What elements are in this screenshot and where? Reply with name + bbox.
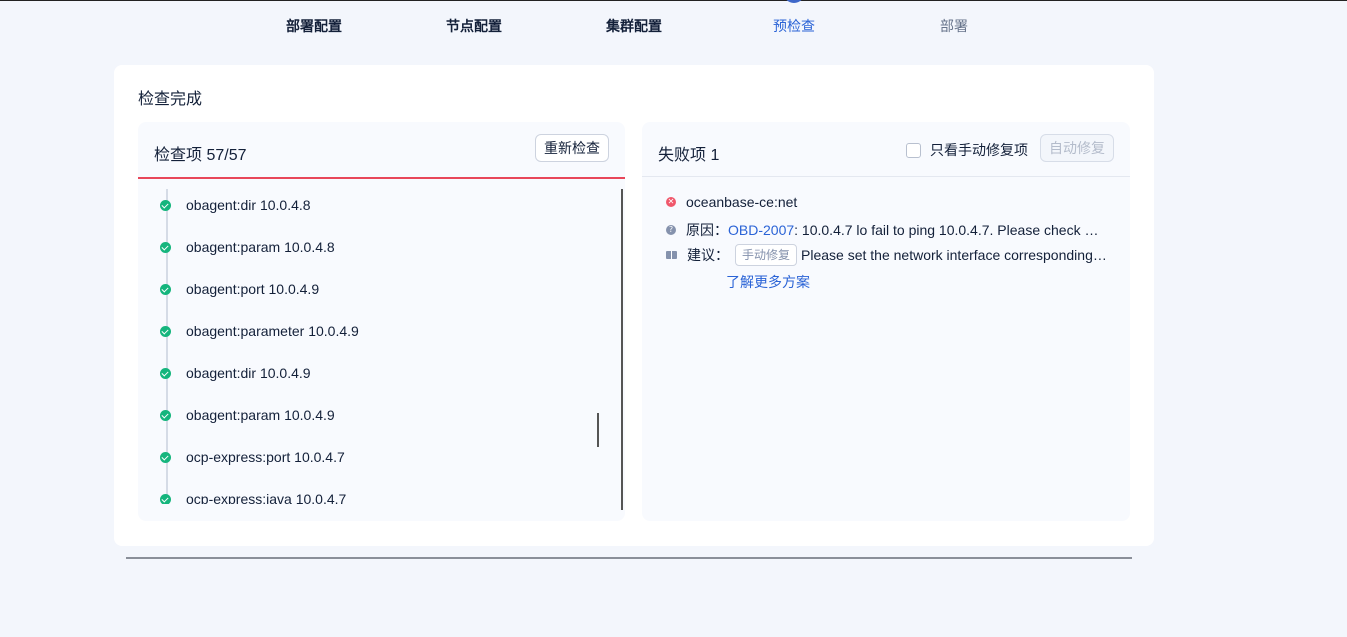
only-manual-label[interactable]: 只看手动修复项 — [930, 140, 1028, 160]
top-divider — [0, 0, 1347, 1]
only-manual-toggle[interactable]: 只看手动修复项 — [906, 140, 1028, 160]
check-item-label: ocp-express:port 10.0.4.7 — [186, 449, 345, 465]
card-title: 检查完成 — [138, 91, 203, 108]
step-node-config[interactable]: 节点配置 — [446, 16, 502, 36]
step-deploy: 部署 — [940, 18, 968, 34]
check-circle-icon — [160, 493, 171, 504]
check-circle-icon — [160, 367, 171, 379]
list-item: obagent:dir 10.0.4.9 — [160, 363, 311, 383]
list-item: ocp-express:port 10.0.4.7 — [160, 447, 345, 467]
recheck-button[interactable]: 重新检查 — [535, 134, 609, 162]
failure-suggestion: 建议： 手动修复 Please set the network interfac… — [666, 244, 1109, 266]
bottom-scrollbar[interactable] — [126, 557, 1132, 559]
check-circle-icon — [160, 409, 171, 421]
check-items-panel: 检查项 57/57 重新检查 obagent:dir 10.0.4.8 obag… — [138, 122, 625, 521]
failure-item: ✕ oceanbase-ce:net — [666, 194, 797, 210]
list-item: obagent:param 10.0.4.8 — [160, 237, 335, 257]
list-item: obagent:parameter 10.0.4.9 — [160, 321, 359, 341]
check-items-header: 检查项 57/57 重新检查 — [138, 122, 625, 179]
check-circle-icon — [160, 241, 171, 253]
auto-fix-button: 自动修复 — [1040, 134, 1114, 162]
check-item-label: obagent:dir 10.0.4.9 — [186, 365, 311, 381]
check-item-label: obagent:param 10.0.4.9 — [186, 407, 335, 423]
close-circle-icon: ✕ — [666, 197, 676, 207]
failed-items-panel: 失败项 1 只看手动修复项 自动修复 ✕ oceanbase-ce:net ? … — [642, 122, 1130, 521]
reason-label: 原因： — [686, 222, 728, 238]
check-circle-icon — [160, 451, 171, 463]
step-cluster-config[interactable]: 集群配置 — [606, 16, 662, 36]
check-circle-icon — [160, 199, 171, 211]
step-deploy-config[interactable]: 部署配置 — [286, 16, 342, 36]
scrollbar-track[interactable] — [621, 189, 623, 510]
check-item-label: obagent:param 10.0.4.8 — [186, 239, 335, 255]
list-item: ocp-express:java 10.0.4.7 — [160, 489, 346, 504]
manual-fix-tag: 手动修复 — [735, 244, 798, 266]
suggest-text: Please set the network interface corresp… — [801, 247, 1110, 263]
learn-more-link[interactable]: 了解更多方案 — [726, 272, 810, 292]
question-circle-icon: ? — [666, 225, 676, 235]
failure-reason: ? 原因： OBD-2007 : 10.0.4.7 lo fail to pin… — [666, 220, 1102, 240]
check-item-label: obagent:dir 10.0.4.8 — [186, 197, 311, 213]
reason-text: : 10.0.4.7 lo fail to ping 10.0.4.7. Ple… — [794, 222, 1103, 238]
precheck-card: 检查完成 检查项 57/57 重新检查 obagent:dir 10.0.4.8… — [114, 65, 1154, 546]
check-item-label: obagent:port 10.0.4.9 — [186, 281, 320, 297]
check-items-list[interactable]: obagent:dir 10.0.4.8 obagent:param 10.0.… — [138, 189, 625, 504]
check-item-label: ocp-express:java 10.0.4.7 — [186, 491, 347, 504]
list-item: obagent:param 10.0.4.9 — [160, 405, 335, 425]
scrollbar-thumb[interactable] — [597, 413, 599, 447]
failed-items-header: 失败项 1 只看手动修复项 自动修复 — [642, 122, 1130, 177]
reason-code-link[interactable]: OBD-2007 — [728, 222, 794, 238]
failed-items-title: 失败项 1 — [658, 147, 720, 164]
failure-name: oceanbase-ce:net — [686, 194, 798, 210]
list-item: obagent:dir 10.0.4.8 — [160, 195, 311, 215]
steps-bar: 部署配置 节点配置 集群配置 预检查 部署 — [0, 16, 1347, 36]
only-manual-checkbox[interactable] — [906, 142, 921, 158]
book-icon — [666, 251, 677, 259]
check-item-label: obagent:parameter 10.0.4.9 — [186, 323, 359, 339]
check-circle-icon — [160, 283, 171, 295]
list-item: obagent:port 10.0.4.9 — [160, 279, 319, 299]
check-items-title: 检查项 57/57 — [154, 147, 247, 164]
suggest-label: 建议： — [687, 247, 729, 263]
step-precheck[interactable]: 预检查 — [773, 16, 815, 36]
check-circle-icon — [160, 325, 171, 337]
